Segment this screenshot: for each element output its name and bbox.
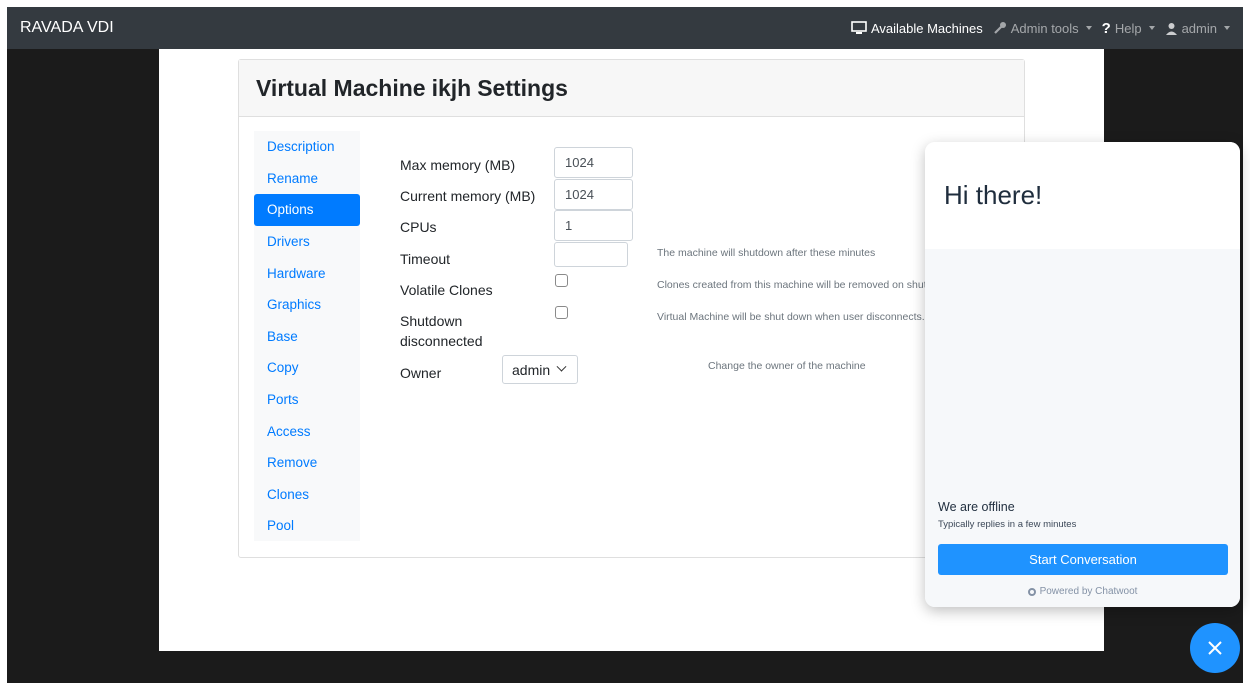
timeout-field[interactable] <box>554 242 628 267</box>
nav-menu: Available Machines Admin tools ? Help ad… <box>851 20 1230 37</box>
timeout-help: The machine will shutdown after these mi… <box>657 247 876 259</box>
volatile-clones-label: Volatile Clones <box>400 282 493 298</box>
chat-close-button[interactable] <box>1190 623 1240 673</box>
sidebar-item-graphics[interactable]: Graphics <box>254 289 360 321</box>
timeout-label: Timeout <box>400 251 451 267</box>
chat-status: We are offline <box>938 500 1015 514</box>
owner-select[interactable]: admin <box>502 355 578 384</box>
shutdown-disconnected-checkbox[interactable] <box>555 306 568 319</box>
sidebar-item-access[interactable]: Access <box>254 415 360 447</box>
sidebar-item-options[interactable]: Options <box>254 194 360 226</box>
nav-user-label: admin <box>1181 20 1217 36</box>
max-memory-label: Max memory (MB) <box>400 157 516 173</box>
nav-admin-tools-label: Admin tools <box>1010 20 1079 36</box>
sidebar-item-description[interactable]: Description <box>254 131 360 163</box>
chat-widget: Hi there! We are offline Typically repli… <box>925 142 1240 607</box>
desktop-icon <box>851 21 867 34</box>
shutdown-label-line2: disconnected <box>400 333 483 349</box>
owner-select-value: admin <box>512 361 551 378</box>
top-navbar: RAVADA VDI Available Machines Admin tool… <box>7 7 1243 49</box>
cpus-label: CPUs <box>400 219 437 235</box>
chevron-down-icon <box>1148 26 1155 30</box>
start-conversation-button[interactable]: Start Conversation <box>938 544 1228 575</box>
user-icon <box>1165 22 1177 35</box>
sidebar-item-hardware[interactable]: Hardware <box>254 257 360 289</box>
brand-logo[interactable]: RAVADA VDI <box>20 19 114 37</box>
nav-help-label: Help <box>1114 20 1142 36</box>
close-icon <box>1208 641 1222 655</box>
nav-admin-tools[interactable]: Admin tools <box>993 21 1092 36</box>
chevron-down-icon <box>1224 26 1230 30</box>
powered-by[interactable]: Powered by Chatwoot <box>925 586 1240 597</box>
nav-available-machines[interactable]: Available Machines <box>851 21 983 36</box>
vm-name: ikjh <box>431 74 472 101</box>
current-memory-label: Current memory (MB) <box>400 188 536 204</box>
chatwoot-logo-icon <box>1027 587 1036 596</box>
chat-replies-info: Typically replies in a few minutes <box>938 519 1077 530</box>
title-prefix: Virtual Machine <box>256 74 426 101</box>
owner-help: Change the owner of the machine <box>708 360 866 372</box>
shutdown-disconnected-help: Virtual Machine will be shut down when u… <box>657 311 925 323</box>
powered-by-label: Powered by Chatwoot <box>1039 586 1138 597</box>
cpus-field[interactable]: 1 <box>554 210 633 241</box>
sidebar-item-ports[interactable]: Ports <box>254 384 360 416</box>
volatile-clones-help: Clones created from this machine will be… <box>657 279 925 291</box>
sidebar-item-pool[interactable]: Pool <box>254 510 360 542</box>
settings-sidebar: Description Rename Options Drivers Hardw… <box>254 131 360 541</box>
sidebar-item-rename[interactable]: Rename <box>254 163 360 195</box>
max-memory-field[interactable]: 1024 <box>554 147 633 178</box>
title-suffix: Settings <box>477 74 568 101</box>
question-icon: ? <box>1101 19 1111 37</box>
owner-label: Owner <box>400 365 442 381</box>
wrench-icon <box>993 22 1006 34</box>
chat-greeting: Hi there! <box>925 142 1240 249</box>
page-title: Virtual Machine ikjh Settings <box>239 60 1024 117</box>
chevron-down-icon <box>556 361 567 372</box>
sidebar-item-base[interactable]: Base <box>254 321 360 353</box>
sidebar-item-remove[interactable]: Remove <box>254 447 360 479</box>
sidebar-item-copy[interactable]: Copy <box>254 352 360 384</box>
nav-user[interactable]: admin <box>1165 21 1230 36</box>
sidebar-item-drivers[interactable]: Drivers <box>254 226 360 258</box>
chevron-down-icon <box>1085 26 1092 30</box>
shutdown-label-line1: Shutdown <box>400 313 463 329</box>
current-memory-field[interactable]: 1024 <box>554 179 633 210</box>
nav-available-machines-label: Available Machines <box>870 20 983 36</box>
volatile-clones-checkbox[interactable] <box>555 274 568 287</box>
sidebar-item-clones[interactable]: Clones <box>254 479 360 511</box>
nav-help[interactable]: ? Help <box>1102 20 1155 37</box>
